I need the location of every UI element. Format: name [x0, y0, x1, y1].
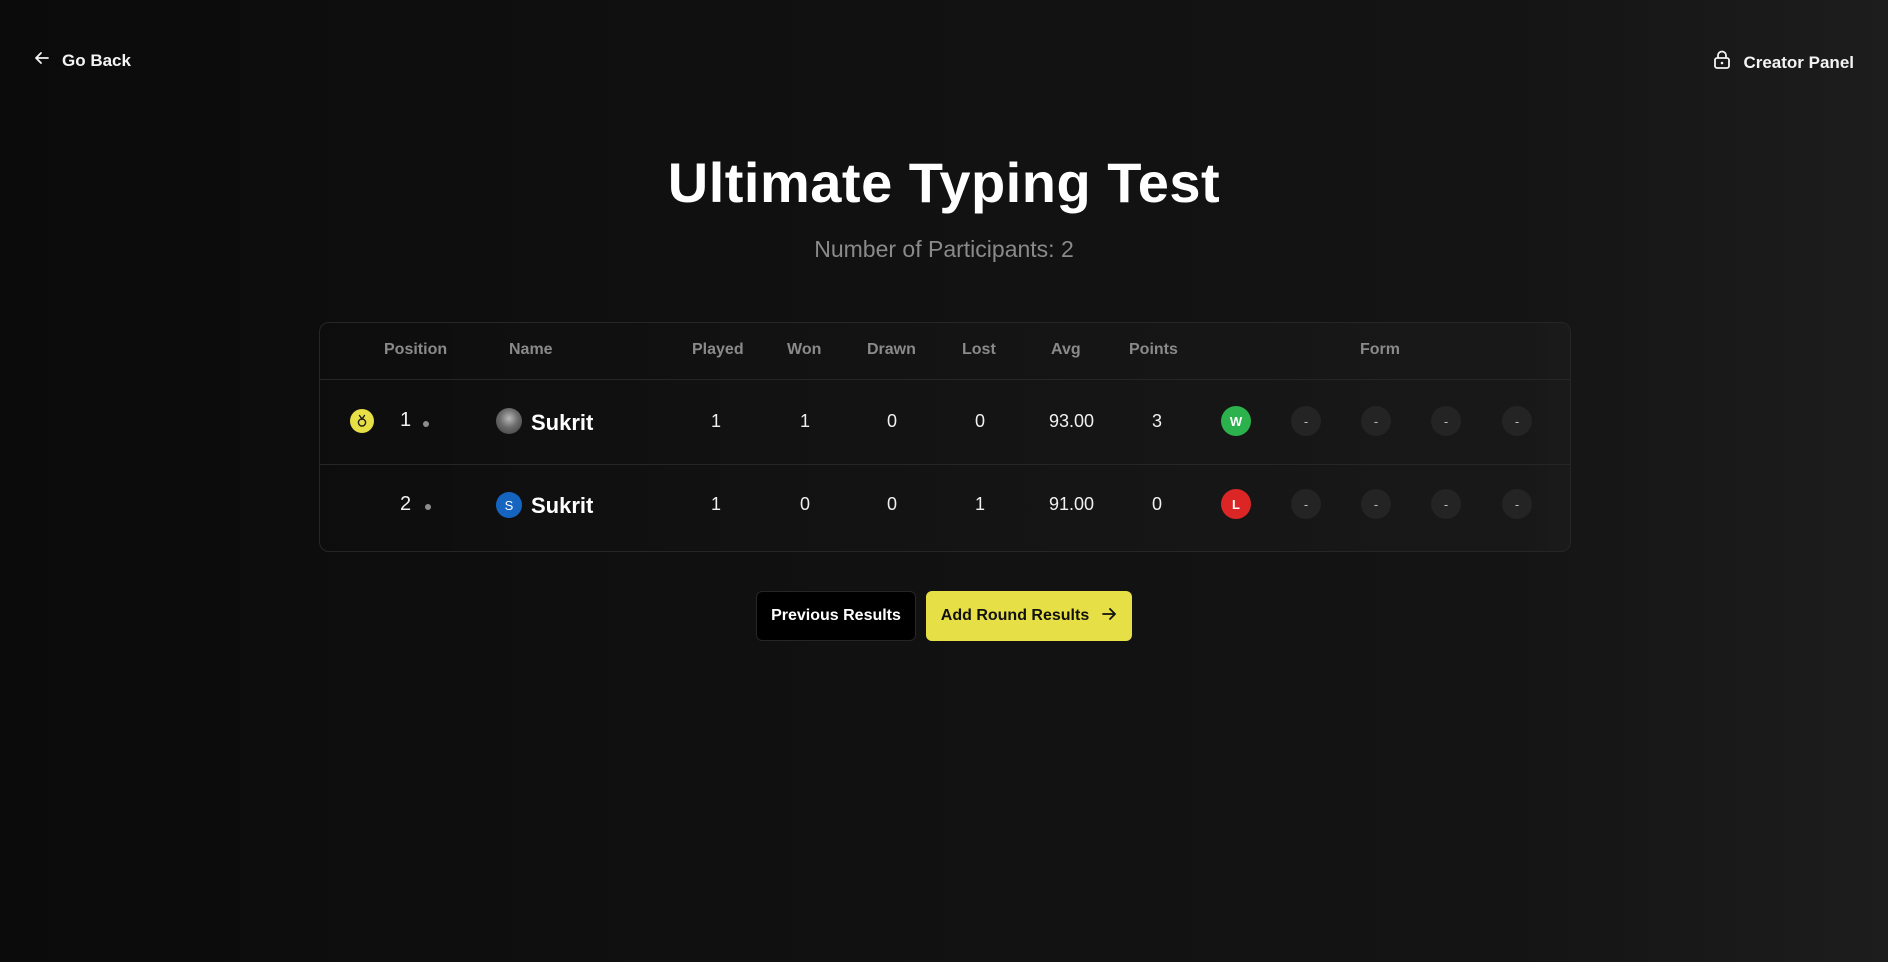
previous-results-label: Previous Results	[771, 607, 901, 624]
column-header-lost: Lost	[962, 341, 996, 358]
add-round-results-label: Add Round Results	[940, 607, 1090, 624]
creator-panel-label: Creator Panel	[1743, 52, 1854, 72]
column-header-drawn: Drawn	[867, 341, 916, 358]
avatar: S	[496, 492, 522, 518]
drawn-value: 0	[886, 494, 897, 514]
form-badge-empty: -	[1431, 406, 1461, 436]
go-back-label: Go Back	[62, 50, 131, 70]
arrow-right-icon	[1101, 606, 1117, 627]
standings-table: Position Name Played Won Drawn Lost Avg …	[319, 322, 1571, 552]
participant-name: Sukrit	[531, 493, 594, 518]
won-value: 1	[799, 411, 810, 431]
table-row: 2 S Sukrit 1 0 0 1 91.00 0 L - - - -	[320, 465, 1570, 549]
form-badge-empty: -	[1361, 489, 1391, 519]
add-round-results-button[interactable]: Add Round Results	[926, 591, 1132, 641]
position-indicator	[423, 421, 429, 427]
lock-icon	[1713, 50, 1731, 75]
arrow-left-icon	[34, 50, 50, 71]
points-value: 3	[1151, 411, 1162, 431]
form-badge-empty: -	[1502, 489, 1532, 519]
top-bar: Go Back Creator Panel	[0, 0, 1888, 120]
table-header: Position Name Played Won Drawn Lost Avg …	[320, 323, 1570, 380]
drawn-value: 0	[886, 411, 897, 431]
avg-value: 91.00	[1049, 494, 1095, 514]
column-header-avg: Avg	[1051, 341, 1081, 358]
position-indicator	[425, 504, 431, 510]
column-header-played: Played	[692, 341, 744, 358]
column-header-position: Position	[384, 341, 448, 358]
lost-value: 0	[974, 411, 985, 431]
form-badge-loss: L	[1221, 489, 1251, 519]
table-row: 1 Sukrit 1 1 0 0 93.00 3 W - - - -	[320, 380, 1570, 465]
position-number: 1	[400, 409, 412, 431]
form-badge-empty: -	[1361, 406, 1391, 436]
points-value: 0	[1151, 494, 1162, 514]
avatar	[496, 408, 522, 434]
won-value: 0	[799, 494, 810, 514]
column-header-won: Won	[787, 341, 822, 358]
form-badge-win: W	[1221, 406, 1251, 436]
previous-results-button[interactable]: Previous Results	[756, 591, 916, 641]
form-badge-empty: -	[1502, 406, 1532, 436]
page-title: Ultimate Typing Test	[667, 151, 1221, 214]
played-value: 1	[710, 494, 721, 514]
participants-count: Number of Participants: 2	[814, 236, 1074, 262]
lost-value: 1	[974, 494, 985, 514]
played-value: 1	[710, 411, 721, 431]
column-header-name: Name	[509, 341, 553, 358]
avg-value: 93.00	[1049, 411, 1095, 431]
column-header-points: Points	[1129, 341, 1178, 358]
form-badge-empty: -	[1431, 489, 1461, 519]
form-badge-empty: -	[1291, 406, 1321, 436]
position-number: 2	[400, 493, 412, 515]
go-back-button[interactable]: Go Back	[34, 50, 131, 71]
medal-icon	[350, 409, 374, 433]
form-badge-empty: -	[1291, 489, 1321, 519]
creator-panel-button[interactable]: Creator Panel	[1713, 50, 1854, 75]
participant-name: Sukrit	[531, 410, 594, 435]
column-header-form: Form	[1360, 341, 1400, 358]
